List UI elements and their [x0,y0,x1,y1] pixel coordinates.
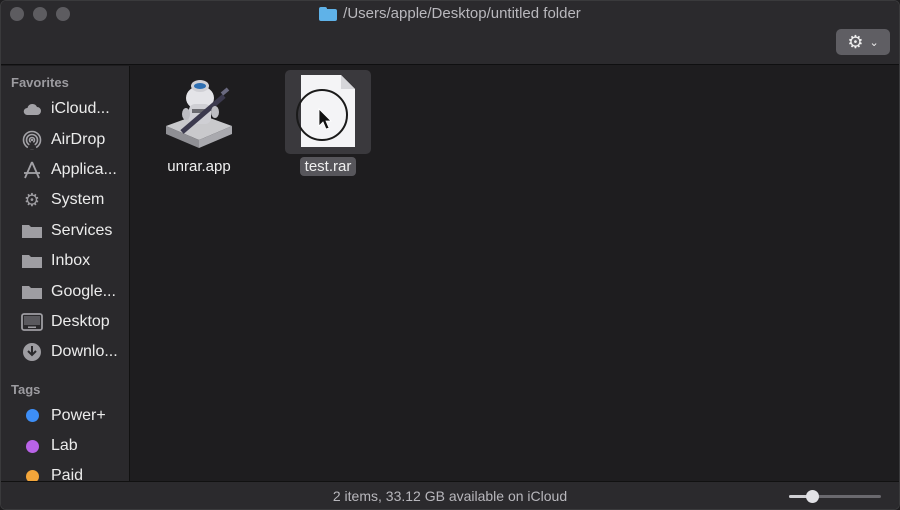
sidebar-tag-lab[interactable]: Lab [1,431,129,461]
favorites-heading: Favorites [11,75,69,90]
sidebar: Favorites iCloud... AirDrop Applica... ⚙… [1,66,130,483]
window-title-text: /Users/apple/Desktop/untitled folder [343,5,581,22]
download-icon [21,341,43,363]
folder-icon [21,281,43,303]
window-title: /Users/apple/Desktop/untitled folder [1,5,899,22]
sidebar-item-label: System [51,191,105,209]
sidebar-item-label: iCloud... [51,100,110,118]
folder-icon [319,6,338,21]
title-bar: /Users/apple/Desktop/untitled folder ⚙ ⌄ [1,1,899,65]
sidebar-item-label: Services [51,221,113,239]
sidebar-item-label: Applica... [51,160,117,178]
applications-icon [21,159,43,181]
automator-app-icon [156,70,242,154]
file-name: test.rar [299,157,357,176]
sidebar-item-system[interactable]: ⚙ System [1,185,129,215]
sidebar-item-applications[interactable]: Applica... [1,155,129,185]
cloud-icon [21,98,43,120]
chevron-down-icon: ⌄ [869,37,879,49]
sidebar-item-airdrop[interactable]: AirDrop [1,124,129,154]
sidebar-tag-paid[interactable]: Paid [1,461,129,483]
status-bar: 2 items, 33.12 GB available on iCloud [1,481,899,509]
tag-color-icon [21,435,43,457]
file-area[interactable]: unrar.app test.rar [131,66,899,483]
slider-knob[interactable] [806,490,819,503]
airdrop-icon [21,129,43,151]
sidebar-item-label: AirDrop [51,130,106,148]
sidebar-item-downloads[interactable]: Downlo... [1,337,129,367]
action-menu-button[interactable]: ⚙ ⌄ [836,29,890,55]
finder-window: /Users/apple/Desktop/untitled folder ⚙ ⌄… [0,0,900,510]
sidebar-item-label: Power+ [51,406,106,424]
sidebar-item-google[interactable]: Google... [1,276,129,306]
sidebar-item-label: Inbox [51,252,91,270]
folder-icon [21,220,43,242]
sidebar-item-label: Lab [51,437,78,455]
tag-dot [25,439,39,453]
sidebar-item-desktop[interactable]: Desktop [1,307,129,337]
sidebar-item-icloud[interactable]: iCloud... [1,94,129,124]
document-icon [285,70,371,154]
sidebar-item-services[interactable]: Services [1,216,129,246]
file-item-unrar-app[interactable]: unrar.app [144,70,254,176]
file-item-test-rar[interactable]: test.rar [273,70,383,176]
folder-icon [21,250,43,272]
sidebar-item-label: Google... [51,282,116,300]
sidebar-item-label: Desktop [51,312,110,330]
sidebar-tag-power[interactable]: Power+ [1,401,129,431]
tags-heading: Tags [11,381,41,397]
sidebar-item-label: Downlo... [51,343,118,361]
file-name: unrar.app [167,158,231,175]
tag-color-icon [21,405,43,427]
tag-dot [25,409,39,423]
desktop-icon [21,311,43,333]
gear-icon: ⚙ [847,31,864,52]
icon-size-slider[interactable] [789,490,881,503]
gear-icon: ⚙ [23,189,41,210]
status-text: 2 items, 33.12 GB available on iCloud [332,487,568,504]
sidebar-item-inbox[interactable]: Inbox [1,246,129,276]
